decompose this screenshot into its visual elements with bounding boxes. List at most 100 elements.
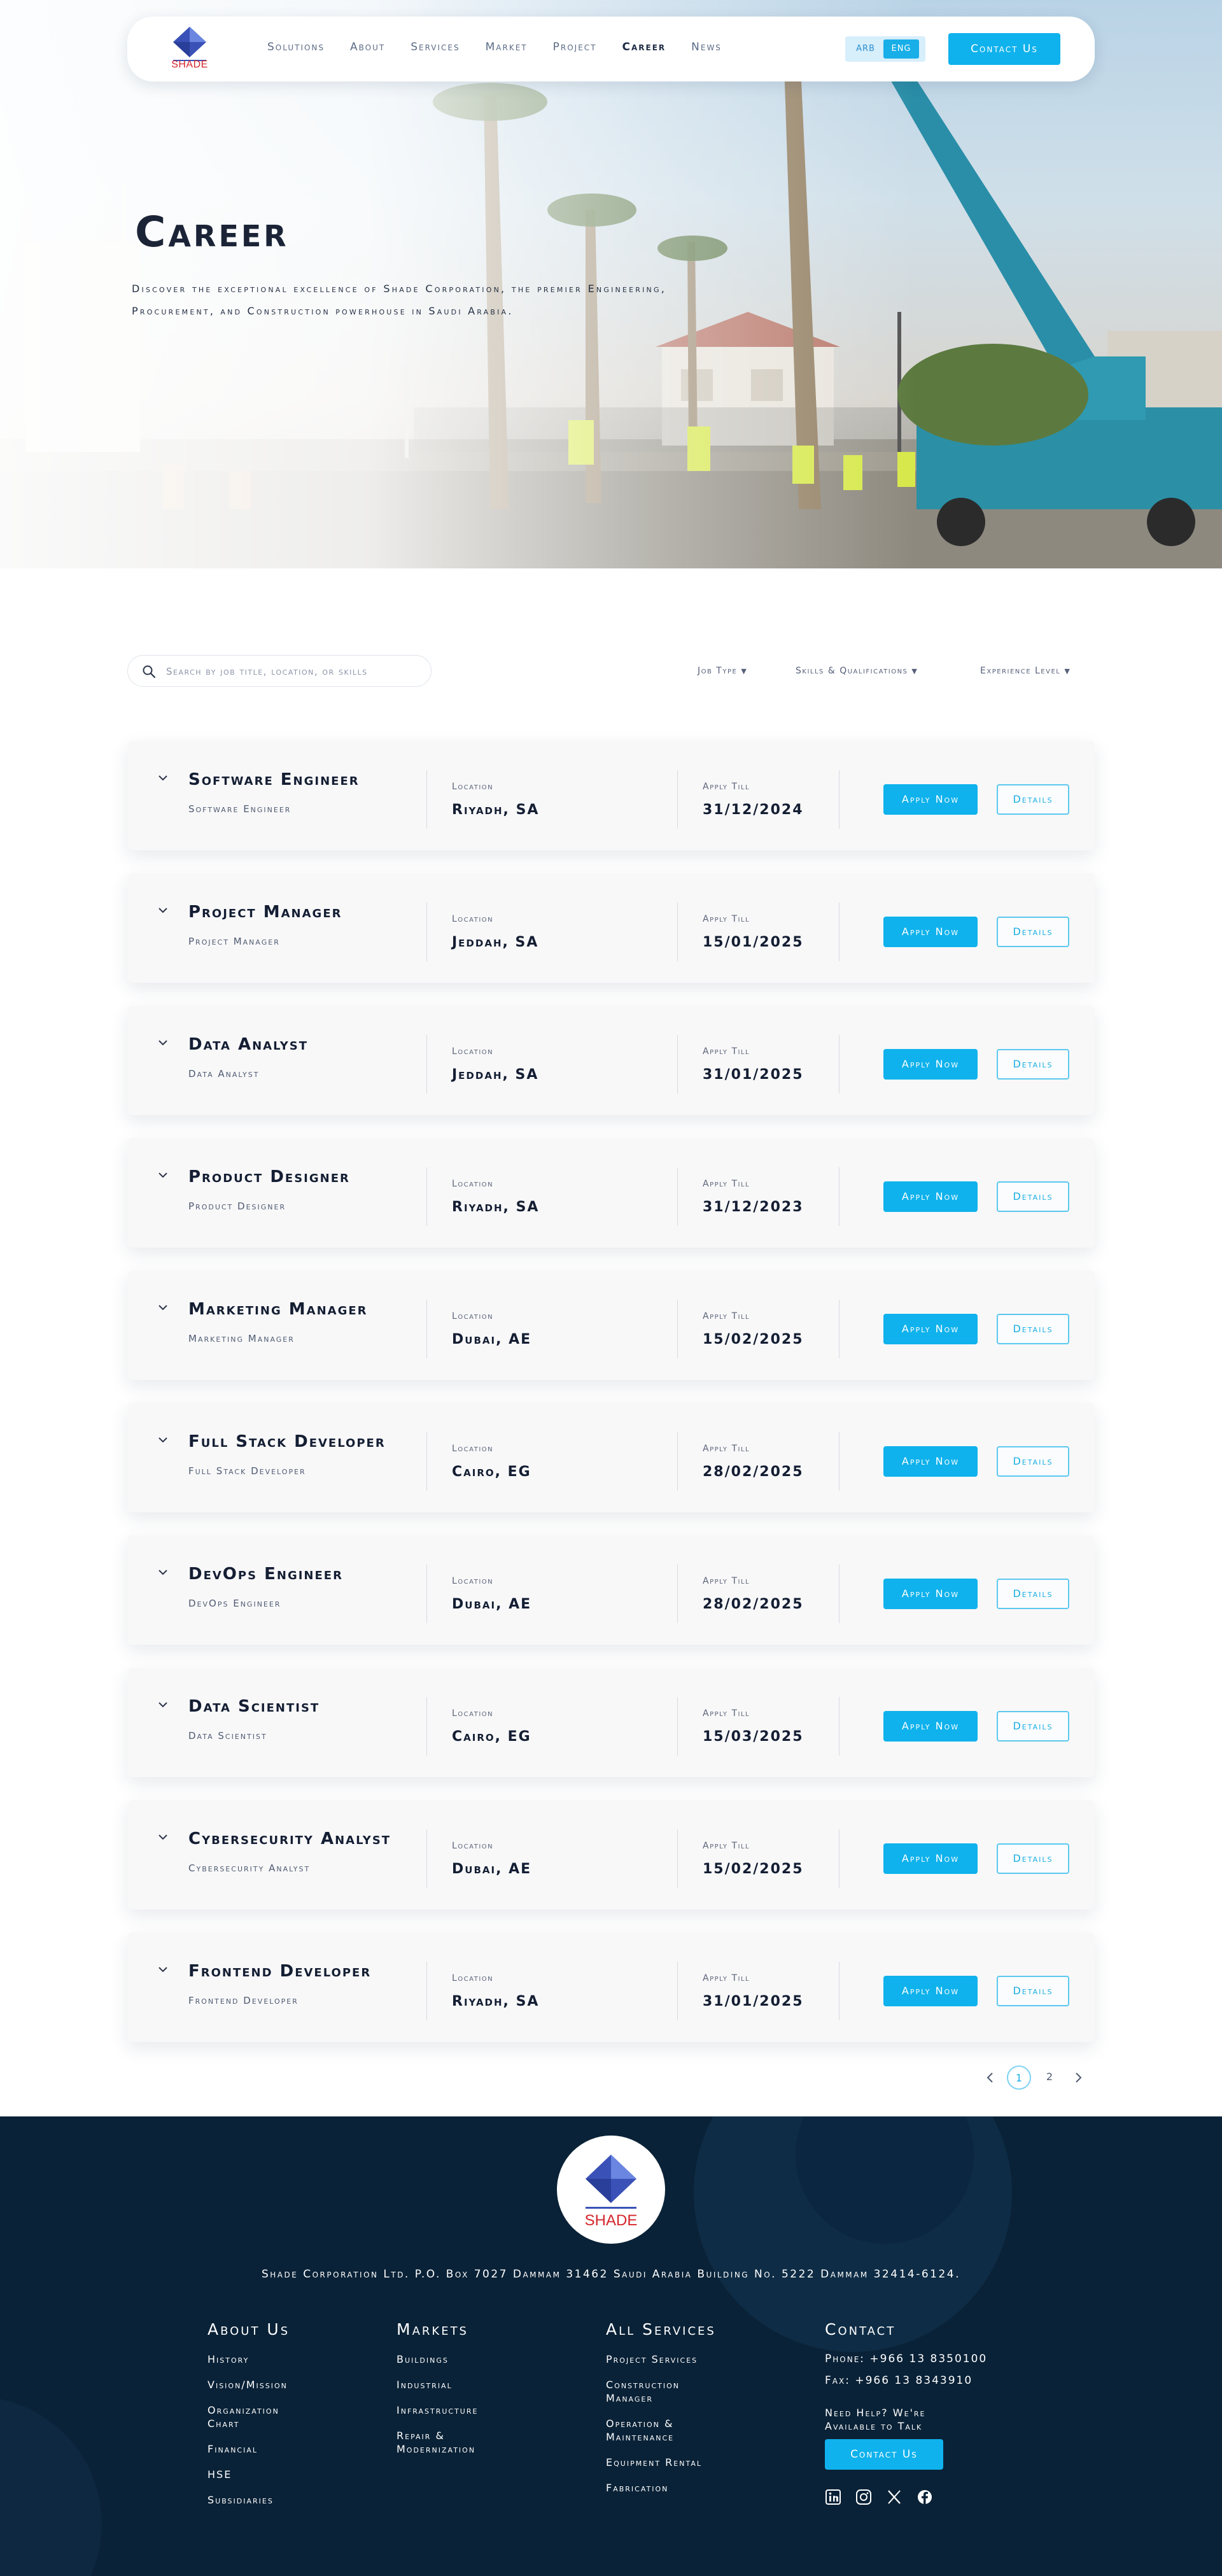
footer-link-infrastructure[interactable]: Infrastructure xyxy=(397,2404,498,2417)
footer-link-operation-maintenance[interactable]: Operation & Maintenance xyxy=(606,2417,708,2444)
logo-text: SHADE xyxy=(171,59,208,70)
details-button[interactable]: Details xyxy=(997,1049,1069,1080)
footer-link-hse[interactable]: HSE xyxy=(207,2468,303,2481)
social-links xyxy=(825,2489,987,2505)
apply-till-date: 28/02/2025 xyxy=(703,1464,804,1480)
location-label: Location xyxy=(452,1841,494,1851)
page-title: Career xyxy=(135,208,289,257)
details-button[interactable]: Details xyxy=(997,1181,1069,1212)
job-title: Software Engineer xyxy=(188,770,360,789)
divider xyxy=(677,1167,678,1226)
apply-till-label: Apply Till xyxy=(703,1708,750,1719)
footer-link-project-services[interactable]: Project Services xyxy=(606,2353,716,2366)
chevron-right-icon[interactable] xyxy=(1071,2070,1086,2085)
top-navbar: SHADE Solutions About Services Market Pr… xyxy=(127,17,1095,81)
apply-now-button[interactable]: Apply Now xyxy=(883,1579,978,1609)
footer-link-financial[interactable]: Financial xyxy=(207,2442,303,2456)
job-location: Riyadh, SA xyxy=(452,1994,540,2009)
apply-now-button[interactable]: Apply Now xyxy=(883,1181,978,1212)
lang-english-option[interactable]: ENG xyxy=(883,39,919,59)
instagram-icon[interactable] xyxy=(855,2489,872,2505)
chevron-down-icon[interactable] xyxy=(157,1036,169,1049)
footer-link-equipment-rental[interactable]: Equipment Rental xyxy=(606,2456,716,2469)
job-subtitle: DevOps Engineer xyxy=(188,1598,281,1609)
nav-link-project[interactable]: Project xyxy=(553,41,597,53)
apply-till-label: Apply Till xyxy=(703,1973,750,1983)
job-title: DevOps Engineer xyxy=(188,1565,343,1584)
location-label: Location xyxy=(452,1046,494,1057)
chevron-down-icon[interactable] xyxy=(157,771,169,784)
search-icon xyxy=(143,665,156,679)
footer-link-buildings[interactable]: Buildings xyxy=(397,2353,498,2366)
chevron-down-icon[interactable] xyxy=(157,1963,169,1976)
page-1-button[interactable]: 1 xyxy=(1007,2066,1031,2090)
chevron-down-icon[interactable] xyxy=(157,1301,169,1314)
details-button[interactable]: Details xyxy=(997,1579,1069,1609)
footer-logo[interactable]: SHADE xyxy=(557,2136,665,2244)
details-button[interactable]: Details xyxy=(997,1976,1069,2006)
search-input[interactable] xyxy=(166,663,421,680)
apply-now-button[interactable]: Apply Now xyxy=(883,784,978,815)
footer-link-organization-chart[interactable]: Organization Chart xyxy=(207,2404,303,2430)
job-type-dropdown[interactable]: Job Type ▼ xyxy=(690,661,755,681)
chevron-down-icon[interactable] xyxy=(157,1831,169,1843)
footer-link-fabrication[interactable]: Fabrication xyxy=(606,2481,714,2495)
job-card: Data Analyst Data Analyst Location Jeddah, … xyxy=(127,1006,1095,1115)
details-button[interactable]: Details xyxy=(997,917,1069,947)
chevron-down-icon[interactable] xyxy=(157,1169,169,1181)
footer-link-history[interactable]: History xyxy=(207,2353,303,2366)
apply-now-button[interactable]: Apply Now xyxy=(883,1976,978,2006)
job-subtitle: Product Designer xyxy=(188,1200,286,1212)
apply-now-button[interactable]: Apply Now xyxy=(883,1843,978,1874)
location-label: Location xyxy=(452,1311,494,1321)
divider xyxy=(677,1565,678,1623)
chevron-down-icon[interactable] xyxy=(157,904,169,917)
apply-now-button[interactable]: Apply Now xyxy=(883,1711,978,1742)
nav-link-solutions[interactable]: Solutions xyxy=(267,41,325,53)
apply-now-button[interactable]: Apply Now xyxy=(883,917,978,947)
details-button[interactable]: Details xyxy=(997,1843,1069,1874)
job-title: Cybersecurity Analyst xyxy=(188,1829,391,1848)
job-card: Product Designer Product Designer Location… xyxy=(127,1138,1095,1248)
chevron-down-icon: ▼ xyxy=(911,667,918,675)
divider xyxy=(426,1697,427,1756)
page-2-button[interactable]: 2 xyxy=(1037,2066,1062,2090)
lang-arabic-option[interactable]: ARB xyxy=(848,39,883,59)
chevron-down-icon[interactable] xyxy=(157,1566,169,1579)
details-button[interactable]: Details xyxy=(997,1314,1069,1344)
x-icon[interactable] xyxy=(886,2489,902,2505)
nav-link-career[interactable]: Career xyxy=(622,41,666,53)
skills-dropdown[interactable]: Skills & Qualifications ▼ xyxy=(788,661,926,681)
nav-link-about[interactable]: About xyxy=(350,41,385,53)
divider xyxy=(677,1962,678,2020)
contact-us-button[interactable]: Contact Us xyxy=(948,33,1060,65)
apply-till-label: Apply Till xyxy=(703,1311,750,1321)
nav-link-market[interactable]: Market xyxy=(486,41,528,53)
location-label: Location xyxy=(452,914,494,924)
apply-now-button[interactable]: Apply Now xyxy=(883,1049,978,1080)
footer-link-construction-manager[interactable]: Construction Manager xyxy=(606,2378,708,2405)
apply-now-button[interactable]: Apply Now xyxy=(883,1446,978,1477)
divider xyxy=(677,903,678,961)
chevron-down-icon[interactable] xyxy=(157,1433,169,1446)
job-title: Data Analyst xyxy=(188,1035,309,1054)
chevron-left-icon[interactable] xyxy=(983,2070,998,2085)
apply-till-date: 15/03/2025 xyxy=(703,1729,804,1745)
details-button[interactable]: Details xyxy=(997,1446,1069,1477)
facebook-icon[interactable] xyxy=(916,2489,933,2505)
help-text: Need Help? We're Available to Talk xyxy=(825,2407,926,2432)
footer-link-vision-mission[interactable]: Vision/Mission xyxy=(207,2378,303,2391)
nav-link-services[interactable]: Services xyxy=(411,41,460,53)
nav-link-news[interactable]: News xyxy=(691,41,722,53)
experience-level-dropdown[interactable]: Experience Level ▼ xyxy=(973,661,1079,681)
footer-link-repair-modernization[interactable]: Repair & Modernization xyxy=(397,2429,498,2456)
details-button[interactable]: Details xyxy=(997,1711,1069,1742)
location-label: Location xyxy=(452,782,494,792)
footer-link-subsidiaries[interactable]: Subsidiaries xyxy=(207,2493,303,2507)
footer-link-industrial[interactable]: Industrial xyxy=(397,2378,498,2391)
linkedin-icon[interactable] xyxy=(825,2489,841,2505)
chevron-down-icon[interactable] xyxy=(157,1698,169,1711)
footer-contact-us-button[interactable]: Contact Us xyxy=(825,2439,943,2470)
details-button[interactable]: Details xyxy=(997,784,1069,815)
apply-now-button[interactable]: Apply Now xyxy=(883,1314,978,1344)
